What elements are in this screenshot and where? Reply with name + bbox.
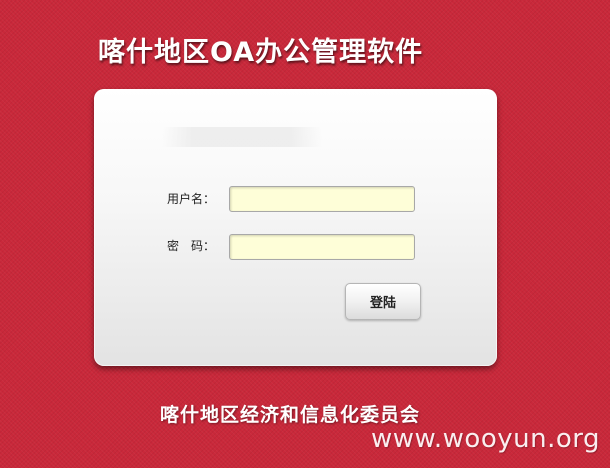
watermark-text: www.wooyun.org [370,424,600,454]
username-input[interactable] [229,186,415,212]
footer-organization: 喀什地区经济和信息化委员会 [160,404,421,426]
app-title: 喀什地区OA办公管理软件 [98,37,424,68]
password-label: 密 码： [167,239,216,253]
login-panel: 用户名： 密 码： 登陆 [94,89,497,366]
login-button[interactable]: 登陆 [345,283,421,320]
panel-banner [162,127,322,147]
username-label: 用户名： [167,192,216,206]
password-input[interactable] [229,234,415,260]
